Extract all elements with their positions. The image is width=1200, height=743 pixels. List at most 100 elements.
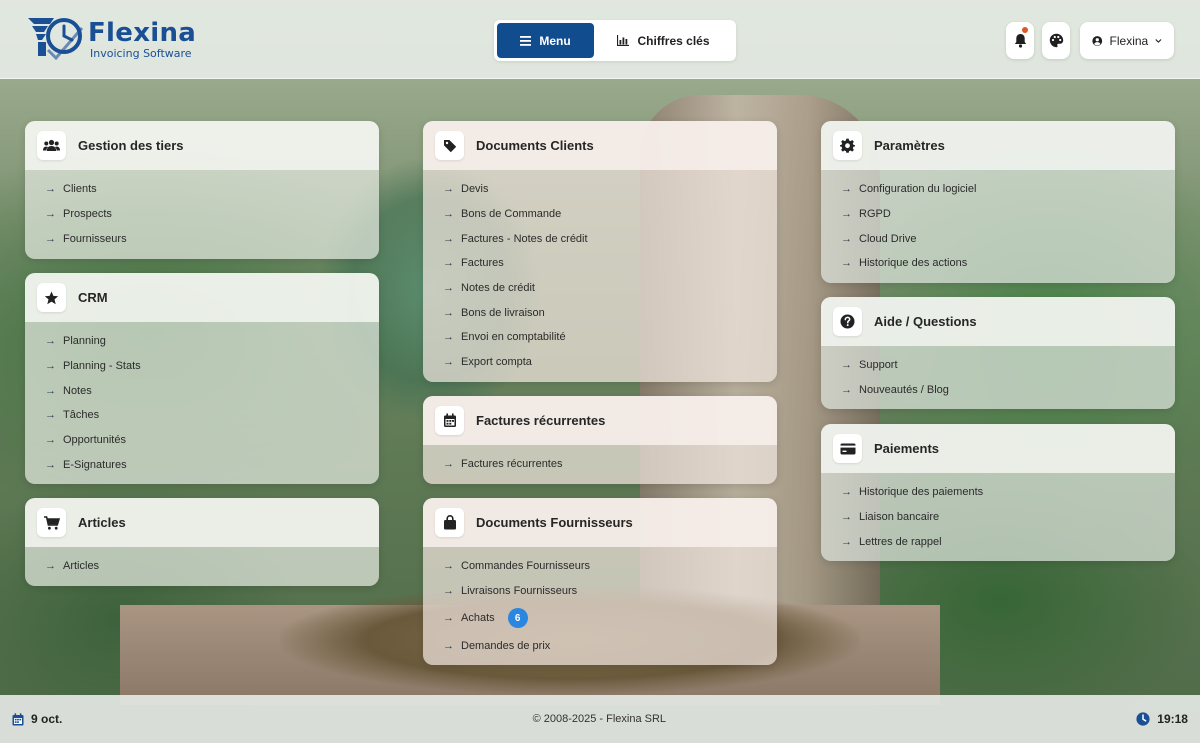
menu-tab[interactable]: Menu	[497, 23, 594, 58]
users-icon	[37, 131, 66, 160]
item-label: Achats	[461, 612, 495, 625]
menu-item-configuration[interactable]: → Configuration du logiciel	[821, 177, 1175, 202]
menu-item-factures-recurrentes[interactable]: → Factures récurrentes	[423, 452, 777, 477]
menu-item-demandes-de-prix[interactable]: → Demandes de prix	[423, 633, 777, 658]
menu-item-historique-actions[interactable]: → Historique des actions	[821, 251, 1175, 276]
tag-icon	[435, 131, 464, 160]
arrow-right-icon: →	[841, 232, 852, 245]
card-title: CRM	[78, 290, 108, 305]
item-label: Demandes de prix	[461, 639, 551, 652]
item-label: Lettres de rappel	[859, 535, 942, 548]
menu-item-bons-de-commande[interactable]: → Bons de Commande	[423, 202, 777, 227]
arrow-right-icon: →	[443, 183, 454, 196]
arrow-right-icon: →	[443, 585, 454, 598]
menu-item-rgpd[interactable]: → RGPD	[821, 202, 1175, 227]
menu-item-lettres-de-rappel[interactable]: → Lettres de rappel	[821, 529, 1175, 554]
arrow-right-icon: →	[443, 639, 454, 652]
card-header: CRM	[25, 273, 379, 322]
item-label: E-Signatures	[63, 458, 127, 471]
card-title: Paramètres	[874, 138, 945, 153]
brand-tagline: Invoicing Software	[90, 47, 192, 60]
arrow-right-icon: →	[45, 434, 56, 447]
menu-item-historique-paiements[interactable]: → Historique des paiements	[821, 480, 1175, 505]
item-label: Historique des actions	[859, 257, 968, 270]
user-name: Flexina	[1109, 33, 1149, 48]
menu-item-commandes-fournisseurs[interactable]: → Commandes Fournisseurs	[423, 554, 777, 579]
calendar-icon	[12, 712, 24, 725]
menu-item-articles[interactable]: → Articles	[25, 554, 379, 579]
arrow-right-icon: →	[45, 232, 56, 245]
card-paiements: Paiements → Historique des paiements → Lia…	[821, 424, 1175, 561]
achats-count-badge: 6	[507, 608, 528, 629]
card-body: → Configuration du logiciel → RGPD → Cloud …	[821, 170, 1175, 283]
item-label: Articles	[63, 560, 100, 573]
menu-item-achats[interactable]: → Achats 6	[423, 603, 777, 633]
user-menu-button[interactable]: Flexina	[1080, 22, 1174, 59]
arrow-right-icon: →	[443, 208, 454, 221]
menu-item-support[interactable]: → Support	[821, 353, 1175, 378]
calendar-icon	[435, 406, 464, 435]
menu-item-notes[interactable]: → Notes	[25, 378, 379, 403]
arrow-right-icon: →	[45, 560, 56, 573]
arrow-right-icon: →	[45, 360, 56, 373]
menu-item-prospects[interactable]: → Prospects	[25, 202, 379, 227]
item-label: Clients	[63, 183, 97, 196]
item-label: Tâches	[63, 409, 100, 422]
item-label: Factures	[461, 257, 504, 270]
card-documents-fournisseurs: Documents Fournisseurs → Commandes Fourni…	[423, 498, 777, 665]
theme-button[interactable]	[1042, 22, 1070, 59]
star-icon	[37, 283, 66, 312]
hamburger-icon	[520, 35, 532, 46]
card-documents-clients: Documents Clients → Devis → Bons de Comman…	[423, 121, 777, 382]
menu-item-nouveautes-blog[interactable]: → Nouveautés / Blog	[821, 378, 1175, 403]
menu-item-cloud-drive[interactable]: → Cloud Drive	[821, 226, 1175, 251]
arrow-right-icon: →	[443, 612, 454, 625]
item-label: Prospects	[63, 208, 112, 221]
item-label: Bons de livraison	[461, 306, 545, 319]
menu-item-export-compta[interactable]: → Export compta	[423, 350, 777, 375]
arrow-right-icon: →	[841, 208, 852, 221]
menu-item-planning-stats[interactable]: → Planning - Stats	[25, 354, 379, 379]
item-label: Notes de crédit	[461, 282, 535, 295]
menu-item-notes-de-credit[interactable]: → Notes de crédit	[423, 276, 777, 301]
arrow-right-icon: →	[841, 183, 852, 196]
brand-logo[interactable]: Flexina Invoicing Software	[26, 14, 206, 64]
card-title: Paiements	[874, 441, 940, 456]
brand-name: Flexina	[88, 18, 197, 48]
top-header: Flexina Invoicing Software Menu Chiffres…	[0, 0, 1200, 79]
arrow-right-icon: →	[45, 409, 56, 422]
card-factures-recurrentes: Factures récurrentes → Factures récurrent…	[423, 396, 777, 484]
user-circle-icon	[1092, 35, 1103, 46]
menu-item-factures-notes-credit[interactable]: → Factures - Notes de crédit	[423, 226, 777, 251]
card-crm: CRM → Planning → Planning - Stats → Notes →…	[25, 273, 379, 484]
menu-item-e-signatures[interactable]: → E-Signatures	[25, 452, 379, 477]
clock-icon	[1136, 712, 1150, 726]
bag-icon	[435, 508, 464, 537]
card-body: → Support → Nouveautés / Blog	[821, 346, 1175, 409]
arrow-right-icon: →	[45, 384, 56, 397]
menu-item-fournisseurs[interactable]: → Fournisseurs	[25, 226, 379, 251]
menu-item-planning[interactable]: → Planning	[25, 329, 379, 354]
card-body: → Clients → Prospects → Fournisseurs	[25, 170, 379, 259]
arrow-right-icon: →	[45, 183, 56, 196]
menu-item-clients[interactable]: → Clients	[25, 177, 379, 202]
arrow-right-icon: →	[443, 331, 454, 344]
menu-item-liaison-bancaire[interactable]: → Liaison bancaire	[821, 505, 1175, 530]
arrow-right-icon: →	[443, 257, 454, 270]
notifications-button[interactable]	[1006, 22, 1034, 59]
menu-item-bons-de-livraison[interactable]: → Bons de livraison	[423, 300, 777, 325]
arrow-right-icon: →	[841, 384, 852, 397]
menu-item-factures[interactable]: → Factures	[423, 251, 777, 276]
menu-item-taches[interactable]: → Tâches	[25, 403, 379, 428]
menu-item-devis[interactable]: → Devis	[423, 177, 777, 202]
card-header: Paramètres	[821, 121, 1175, 170]
card-header: Documents Clients	[423, 121, 777, 170]
menu-item-opportunites[interactable]: → Opportunités	[25, 428, 379, 453]
menu-item-livraisons-fournisseurs[interactable]: → Livraisons Fournisseurs	[423, 579, 777, 604]
credit-card-icon	[833, 434, 862, 463]
menu-item-envoi-comptabilite[interactable]: → Envoi en comptabilité	[423, 325, 777, 350]
chevron-down-icon	[1155, 38, 1162, 43]
kpi-tab[interactable]: Chiffres clés	[594, 23, 733, 58]
arrow-right-icon: →	[443, 282, 454, 295]
item-label: Opportunités	[63, 434, 126, 447]
